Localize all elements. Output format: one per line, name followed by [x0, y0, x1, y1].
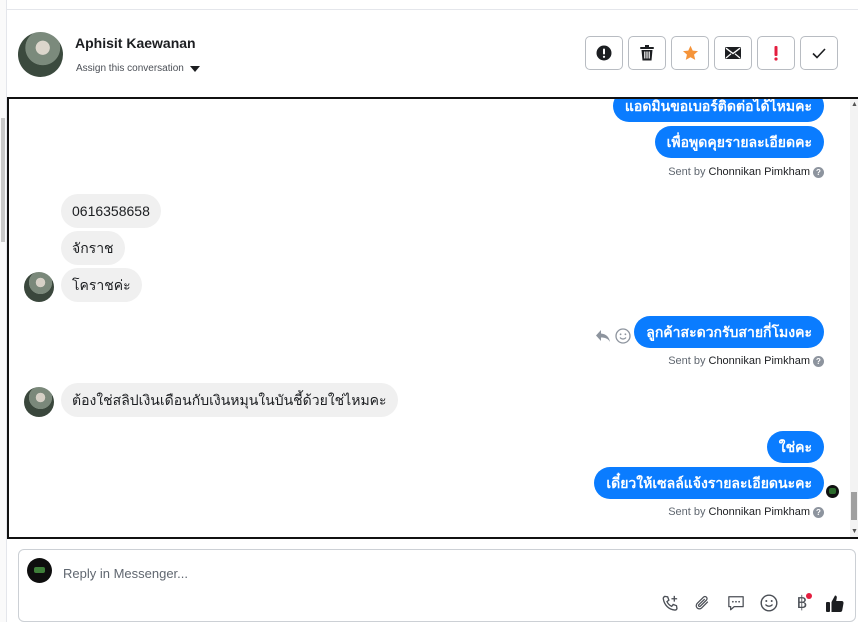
inbox-conversation-view: Aphisit Kaewanan Assign this conversatio… — [0, 0, 858, 622]
composer-actions: ฿ — [660, 593, 845, 613]
paperclip-icon — [695, 595, 709, 610]
assign-conversation-dropdown[interactable]: Assign this conversation — [76, 63, 200, 74]
exclamation-icon — [774, 46, 778, 61]
help-icon[interactable]: ? — [813, 166, 824, 178]
like-button[interactable] — [825, 593, 845, 613]
sent-by-prefix: Sent by — [668, 166, 706, 178]
sent-by-note: Sent by Chonnikan Pimkham ? — [668, 355, 824, 367]
contact-avatar[interactable] — [18, 32, 63, 77]
call-button[interactable] — [660, 593, 680, 613]
star-icon — [682, 45, 698, 60]
thumbs-up-icon — [826, 595, 844, 612]
seen-avatar — [826, 485, 839, 498]
sent-by-note: Sent by Chonnikan Pimkham ? — [668, 166, 824, 178]
check-icon — [812, 47, 826, 59]
scroll-up-icon[interactable]: ▲ — [851, 101, 858, 108]
left-scrollbar[interactable] — [0, 0, 7, 622]
incoming-message[interactable]: 0616358658 — [61, 194, 161, 228]
phone-add-icon — [662, 595, 678, 611]
sent-by-note: Sent by Chonnikan Pimkham ? — [668, 506, 824, 518]
page-avatar — [27, 558, 52, 583]
envelope-icon — [725, 47, 741, 59]
contact-name[interactable]: Aphisit Kaewanan — [75, 35, 196, 51]
message-actions — [595, 328, 631, 344]
conversation-header: Aphisit Kaewanan Assign this conversatio… — [7, 10, 858, 98]
outgoing-message[interactable]: เดี๋ยวให้เซลล์แจ้งรายละเอียดนะคะ — [594, 467, 824, 499]
assign-label: Assign this conversation — [76, 63, 184, 74]
reply-composer: ฿ — [18, 549, 856, 622]
thread-scrollbar-thumb[interactable] — [851, 492, 857, 520]
follow-up-button[interactable] — [757, 36, 795, 70]
contact-avatar-small — [24, 272, 54, 302]
reply-input[interactable] — [63, 564, 763, 582]
incoming-message[interactable]: ต้องใช่สลิปเงินเดือนกับเงินหมุนในบันชี้ด… — [61, 383, 398, 417]
outgoing-message[interactable]: ลูกค้าสะดวกรับสายกี่โมงคะ — [634, 316, 824, 348]
outgoing-message[interactable]: ใช่คะ — [766, 431, 824, 463]
scroll-down-icon[interactable]: ▼ — [851, 528, 858, 535]
attach-button[interactable] — [693, 593, 713, 613]
star-button[interactable] — [671, 36, 709, 70]
agent-name: Chonnikan Pimkham — [708, 166, 811, 178]
mark-spam-button[interactable] — [585, 36, 623, 70]
conversation-toolbar — [585, 36, 838, 70]
sent-by-prefix: Sent by — [668, 506, 706, 518]
incoming-message[interactable]: จักราช — [61, 231, 125, 265]
saved-replies-button[interactable] — [726, 593, 746, 613]
react-emoji-icon[interactable] — [615, 328, 631, 344]
notification-dot — [806, 593, 812, 599]
incoming-message[interactable]: โคราชค่ะ — [61, 268, 142, 302]
agent-name: Chonnikan Pimkham — [708, 355, 811, 367]
sent-by-prefix: Sent by — [668, 355, 706, 367]
help-icon[interactable]: ? — [813, 506, 824, 518]
emoji-button[interactable] — [759, 593, 779, 613]
agent-name: Chonnikan Pimkham — [708, 506, 811, 518]
move-to-inbox-button[interactable] — [714, 36, 752, 70]
outgoing-message[interactable]: แอดมินขอเบอร์ติดต่อได้ไหมคะ — [612, 99, 824, 122]
saved-reply-icon — [728, 595, 744, 610]
emoji-icon — [760, 594, 778, 612]
mark-done-button[interactable] — [800, 36, 838, 70]
left-scrollbar-thumb[interactable] — [1, 118, 5, 242]
alert-circle-icon — [596, 45, 612, 61]
delete-button[interactable] — [628, 36, 666, 70]
payment-button[interactable]: ฿ — [792, 593, 812, 613]
thread-scrollbar[interactable]: ▲ ▼ — [850, 99, 858, 537]
caret-down-icon — [189, 65, 200, 72]
outgoing-message[interactable]: เพื่อพูดคุยรายละเอียดคะ — [654, 126, 824, 158]
help-icon[interactable]: ? — [813, 355, 824, 367]
message-thread[interactable]: แอดมินขอเบอร์ติดต่อได้ไหมคะ เพื่อพูดคุยร… — [7, 97, 858, 539]
reply-icon[interactable] — [595, 329, 611, 343]
contact-avatar-small — [24, 387, 54, 417]
trash-icon — [640, 45, 654, 61]
